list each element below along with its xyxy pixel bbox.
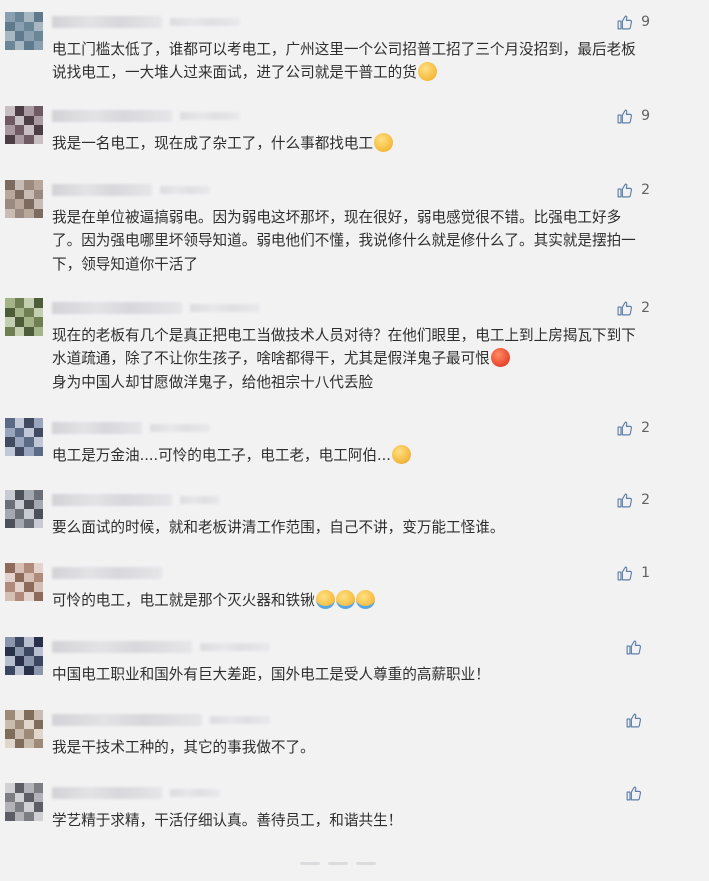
username-redacted <box>200 643 270 651</box>
username-redacted <box>180 112 240 120</box>
username-redacted <box>160 186 210 194</box>
avatar[interactable] <box>5 106 43 144</box>
comment-text: 可怜的电工，电工就是那个灭火器和铁锹 <box>52 589 644 612</box>
avatar[interactable] <box>5 298 43 336</box>
username-redacted <box>52 110 172 122</box>
thumbs-up-icon[interactable] <box>616 108 633 125</box>
comment-body: 要么面试的时候，就和老板讲清工作范围，自己不讲，变万能工怪谁。 <box>52 519 505 536</box>
comment-item: 2 我是在单位被逼搞弱电。因为弱电这坏那坏，现在很好，弱电感觉很不错。比强电工好多… <box>0 180 709 273</box>
cry-emoji-icon <box>335 590 355 609</box>
username-redacted <box>52 714 202 726</box>
avatar[interactable] <box>5 12 43 50</box>
like-button[interactable]: 9 <box>616 12 650 32</box>
like-button[interactable] <box>625 637 650 657</box>
comment-text: 要么面试的时候，就和老板讲清工作范围，自己不讲，变万能工怪谁。 <box>52 516 644 539</box>
comment-body: 学艺精于求精，干活仔细认真。善待员工，和谐共生！ <box>52 812 403 829</box>
like-button[interactable] <box>625 783 650 803</box>
avatar[interactable] <box>5 783 43 821</box>
comment-body: 我是一名电工，现在成了杂工了，什么事都找电工 <box>52 135 374 152</box>
like-count: 2 <box>641 492 650 508</box>
like-button[interactable]: 2 <box>616 418 650 438</box>
comment-body: 电工是万金油....可怜的电工子，电工老，电工阿伯... <box>52 447 391 464</box>
like-count: 1 <box>641 565 650 581</box>
comment-item: 学艺精于求精，干活仔细认真。善待员工，和谐共生！ <box>0 783 709 853</box>
comment-text: 现在的老板有几个是真正把电工当做技术人员对待？在他们眼里，电工上到上房揭瓦下到下… <box>52 324 644 394</box>
comment-item: 9 我是一名电工，现在成了杂工了，什么事都找电工 <box>0 106 709 176</box>
comment-item: 9 电工门槛太低了，谁都可以考电工，广州这里一个公司招普工招了三个月没招到，最后老… <box>0 12 709 82</box>
like-count: 9 <box>641 108 650 124</box>
like-button[interactable]: 9 <box>616 106 650 126</box>
username-redacted <box>52 641 192 653</box>
cry-emoji-icon <box>355 590 375 609</box>
like-count: 2 <box>641 182 650 198</box>
comment-list: 9 电工门槛太低了，谁都可以考电工，广州这里一个公司招普工招了三个月没招到，最后老… <box>0 0 709 881</box>
comment-item: 2 要么面试的时候，就和老板讲清工作范围，自己不讲，变万能工怪谁。 <box>0 490 709 560</box>
thumbs-up-icon[interactable] <box>616 492 633 509</box>
like-button[interactable]: 2 <box>616 180 650 200</box>
cry-emoji-icon <box>315 590 335 609</box>
thumbs-up-icon[interactable] <box>625 785 642 802</box>
thumbs-up-icon[interactable] <box>616 182 633 199</box>
username-redacted <box>52 184 152 196</box>
like-count: 9 <box>641 14 650 30</box>
avatar[interactable] <box>5 418 43 456</box>
like-button[interactable]: 2 <box>616 298 650 318</box>
thumbs-up-icon[interactable] <box>625 712 642 729</box>
username-redacted <box>52 787 162 799</box>
username-redacted <box>210 716 270 724</box>
avatar[interactable] <box>5 637 43 675</box>
comment-body: 电工门槛太低了，谁都可以考电工，广州这里一个公司招普工招了三个月没招到，最后老板… <box>52 41 636 82</box>
comment-body: 可怜的电工，电工就是那个灭火器和铁锹 <box>52 592 315 609</box>
comment-text: 我是干技术工种的，其它的事我做不了。 <box>52 736 644 759</box>
thumbs-up-icon[interactable] <box>616 14 633 31</box>
username-redacted <box>170 18 240 26</box>
thumbs-up-icon[interactable] <box>616 420 633 437</box>
comment-text: 我是在单位被逼搞弱电。因为弱电这坏那坏，现在很好，弱电感觉很不错。比强电工好多了… <box>52 206 644 276</box>
comment-text: 中国电工职业和国外有巨大差距，国外电工是受人尊重的高薪职业！ <box>52 663 644 686</box>
comment-item: 2 电工是万金油....可怜的电工子，电工老，电工阿伯... <box>0 418 709 488</box>
pagination-indicator <box>300 862 376 865</box>
like-button[interactable] <box>625 710 650 730</box>
comment-item: 2 现在的老板有几个是真正把电工当做技术人员对待？在他们眼里，电工上到上房揭瓦下到… <box>0 298 709 391</box>
thumbs-up-icon[interactable] <box>625 639 642 656</box>
username-redacted <box>190 304 260 312</box>
thumbs-up-icon[interactable] <box>616 565 633 582</box>
avatar[interactable] <box>5 180 43 218</box>
avatar[interactable] <box>5 563 43 601</box>
username-redacted <box>180 496 220 504</box>
username-redacted <box>52 16 162 28</box>
comment-body: 现在的老板有几个是真正把电工当做技术人员对待？在他们眼里，电工上到上房揭瓦下到下… <box>52 327 636 368</box>
username-redacted <box>52 567 162 579</box>
avatar[interactable] <box>5 710 43 748</box>
username-redacted <box>150 424 210 432</box>
thumbs-up-icon[interactable] <box>616 300 633 317</box>
comment-text: 电工是万金油....可怜的电工子，电工老，电工阿伯... <box>52 444 644 467</box>
like-count: 2 <box>641 300 650 316</box>
comment-body: 我是干技术工种的，其它的事我做不了。 <box>52 739 315 756</box>
username-redacted <box>170 789 220 797</box>
like-button[interactable]: 1 <box>616 563 650 583</box>
username-redacted <box>52 494 172 506</box>
avatar[interactable] <box>5 490 43 528</box>
username-redacted <box>52 302 182 314</box>
comment-body: 中国电工职业和国外有巨大差距，国外电工是受人尊重的高薪职业！ <box>52 666 490 683</box>
comment-item: 1 可怜的电工，电工就是那个灭火器和铁锹 <box>0 563 709 633</box>
laugh-emoji-icon <box>417 62 437 82</box>
angry-emoji-icon <box>490 348 510 368</box>
comment-body-line: 身为中国人却甘愿做洋鬼子，给他祖宗十八代丢脸 <box>52 373 374 391</box>
comment-text: 电工门槛太低了，谁都可以考电工，广州这里一个公司招普工招了三个月没招到，最后老板… <box>52 38 644 85</box>
think-emoji-icon <box>391 445 411 464</box>
like-button[interactable]: 2 <box>616 490 650 510</box>
laugh-emoji-icon <box>374 133 394 152</box>
comment-item: 中国电工职业和国外有巨大差距，国外电工是受人尊重的高薪职业！ <box>0 637 709 707</box>
username-redacted <box>52 422 142 434</box>
comment-item: 我是干技术工种的，其它的事我做不了。 <box>0 710 709 780</box>
comment-text: 学艺精于求精，干活仔细认真。善待员工，和谐共生！ <box>52 809 644 832</box>
comment-body: 我是在单位被逼搞弱电。因为弱电这坏那坏，现在很好，弱电感觉很不错。比强电工好多了… <box>52 209 636 273</box>
comment-text: 我是一名电工，现在成了杂工了，什么事都找电工 <box>52 132 644 155</box>
like-count: 2 <box>641 420 650 436</box>
